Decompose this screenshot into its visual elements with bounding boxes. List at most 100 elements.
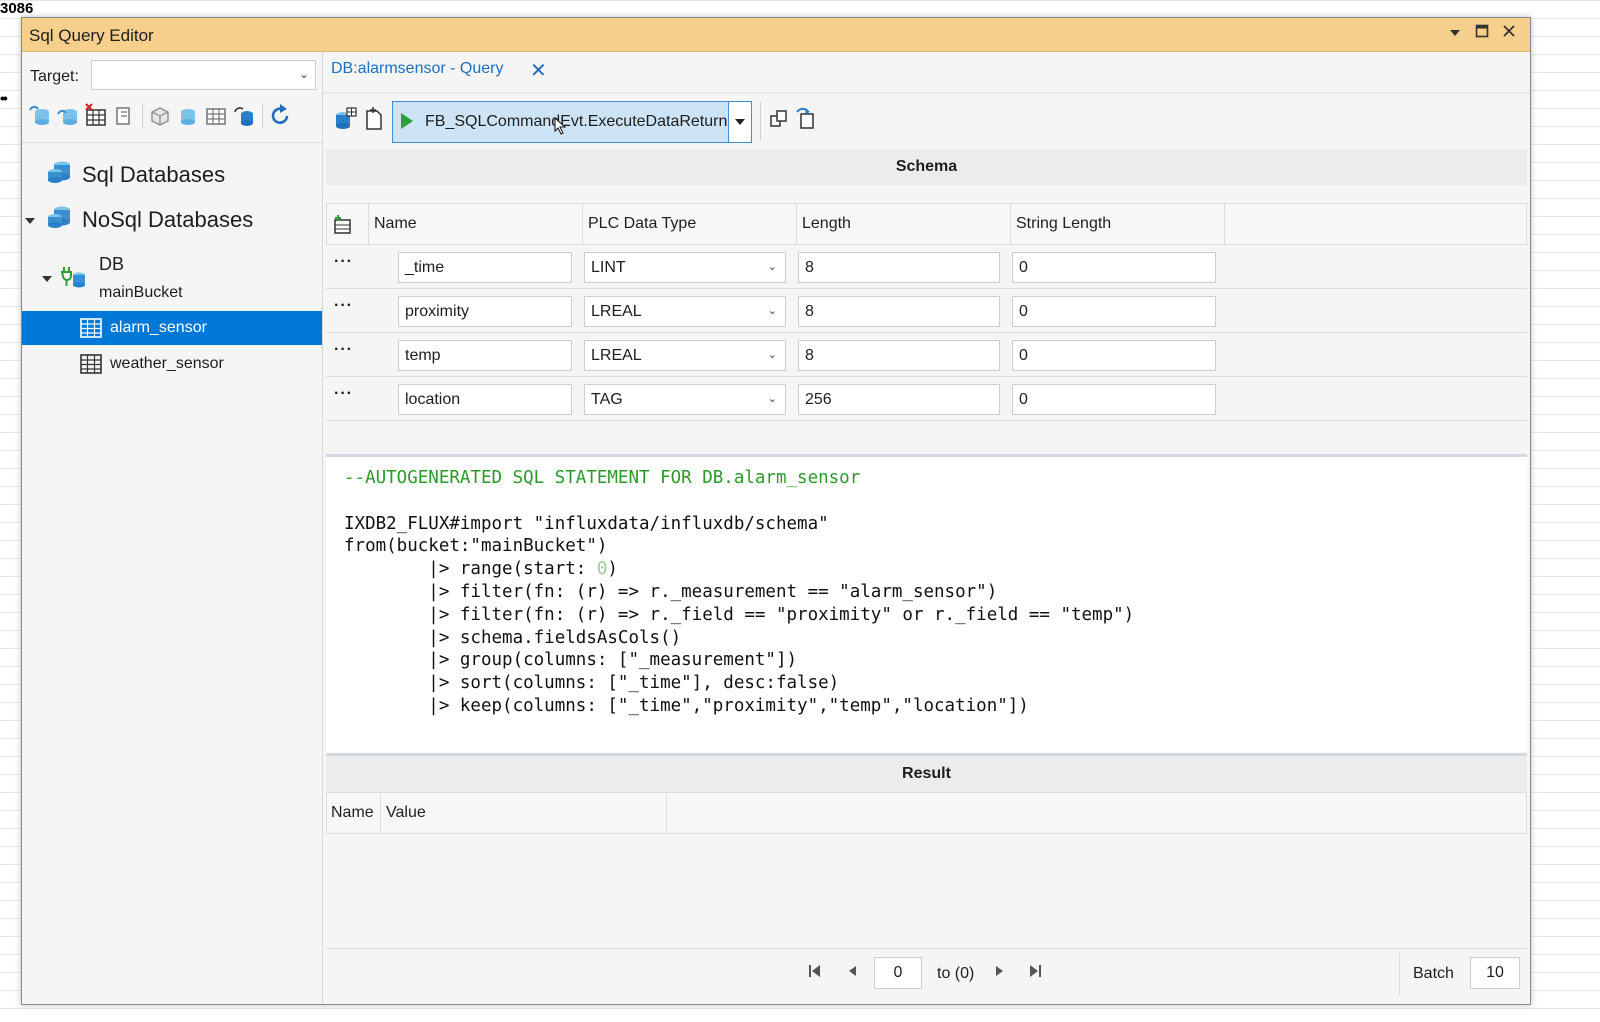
- sql-line: |> group(columns: ["_measurement"]): [344, 650, 798, 671]
- window-title: Sql Query Editor: [29, 26, 154, 45]
- tab-strip-divider: [323, 92, 1530, 94]
- result-column-name[interactable]: Name: [327, 793, 381, 833]
- title-bar[interactable]: Sql Query Editor: [22, 18, 1530, 52]
- field-name-input[interactable]: temp: [398, 340, 572, 371]
- page-total-label: to (0): [937, 965, 975, 982]
- plc-type-select[interactable]: LREAL ⌄: [584, 296, 786, 327]
- last-page-icon[interactable]: [1027, 963, 1043, 984]
- disconnect-db-icon[interactable]: [56, 102, 80, 130]
- query-toolbar: FB_SQLCommandEvt.ExecuteDataReturn: [323, 96, 1530, 146]
- close-window-button[interactable]: [1498, 23, 1520, 45]
- chevron-down-icon: ⌄: [767, 349, 777, 361]
- tree-item-label: alarm_sensor: [110, 319, 207, 336]
- play-icon: [401, 113, 413, 129]
- plc-type-select[interactable]: LREAL ⌄: [584, 340, 786, 371]
- field-name-input[interactable]: _time: [398, 252, 572, 283]
- result-column-value[interactable]: Value: [381, 793, 667, 833]
- window-menu-button[interactable]: [1444, 23, 1466, 45]
- plc-type-value: TAG: [591, 391, 623, 408]
- connect-db-icon[interactable]: [28, 102, 52, 130]
- length-input[interactable]: 256: [798, 384, 1000, 415]
- tree-item-weather-sensor[interactable]: weather_sensor: [22, 347, 322, 381]
- row-options-button[interactable]: ···: [334, 297, 353, 315]
- table-icon[interactable]: [204, 102, 228, 130]
- pager: 0 to (0) Batch 10: [326, 948, 1527, 1001]
- db-command-icon[interactable]: [333, 106, 357, 137]
- maximize-button[interactable]: [1471, 23, 1493, 45]
- plc-type-value: LREAL: [591, 303, 642, 320]
- column-header-length[interactable]: Length: [797, 204, 1011, 244]
- copy-icon[interactable]: [768, 108, 790, 137]
- tree-item-alarm-sensor[interactable]: alarm_sensor: [22, 311, 322, 345]
- tree-item-label: NoSql Databases: [82, 207, 254, 232]
- first-page-icon[interactable]: [807, 963, 823, 984]
- plc-type-select[interactable]: LINT ⌄: [584, 252, 786, 283]
- toolbar-separator: [262, 104, 263, 128]
- target-select[interactable]: ⌄: [91, 60, 316, 90]
- sql-number: 0: [596, 559, 608, 580]
- close-tab-icon[interactable]: ✕: [530, 58, 547, 83]
- length-input[interactable]: 8: [798, 252, 1000, 283]
- sync-db-icon[interactable]: [232, 102, 256, 130]
- column-header-plc-data-type[interactable]: PLC Data Type: [583, 204, 797, 244]
- refresh-icon[interactable]: [268, 102, 292, 130]
- execute-dropdown-button[interactable]: [728, 102, 751, 142]
- schema-row: ··· _time LINT ⌄ 8 0: [326, 245, 1527, 289]
- field-name-input[interactable]: location: [398, 384, 572, 415]
- schema-header-row: Name PLC Data Type Length String Length: [326, 203, 1527, 245]
- column-header-string-length[interactable]: String Length: [1011, 204, 1225, 244]
- result-body: [326, 834, 1527, 950]
- tree-item-db-mainbucket[interactable]: DB mainBucket: [22, 246, 322, 308]
- length-input[interactable]: 8: [798, 340, 1000, 371]
- batch-size-input[interactable]: 10: [1470, 957, 1520, 989]
- export-icon[interactable]: [112, 102, 136, 130]
- plc-type-select[interactable]: TAG ⌄: [584, 384, 786, 415]
- tab-label: DB:alarmsensor - Query: [331, 60, 504, 77]
- table-icon: [80, 354, 102, 379]
- chevron-down-icon: ⌄: [298, 67, 309, 81]
- execute-command-combo[interactable]: FB_SQLCommandEvt.ExecuteDataReturn: [392, 101, 752, 143]
- expand-arrow-icon[interactable]: [25, 218, 35, 224]
- maximize-icon: [1475, 24, 1489, 38]
- cube-icon[interactable]: [148, 102, 172, 130]
- row-options-button[interactable]: ···: [334, 341, 353, 359]
- next-page-icon[interactable]: [993, 963, 1007, 984]
- sql-editor[interactable]: --AUTOGENERATED SQL STATEMENT FOR DB.ala…: [326, 454, 1527, 756]
- sql-line: |> filter(fn: (r) => r._field == "proxim…: [344, 604, 1135, 625]
- add-db-icon[interactable]: [176, 102, 200, 130]
- schema-row: ··· proximity LREAL ⌄ 8 0: [326, 289, 1527, 333]
- chevron-down-icon: ⌄: [767, 261, 777, 273]
- row-options-button[interactable]: ···: [334, 253, 353, 271]
- string-length-input[interactable]: 0: [1012, 296, 1216, 327]
- query-pane: DB:alarmsensor - Query ✕ FB_SQLCommandEv…: [323, 52, 1530, 1004]
- tree-item-label: DB: [99, 254, 125, 274]
- previous-page-icon[interactable]: [845, 963, 859, 984]
- sql-line: |> schema.fieldsAsCols(): [344, 627, 682, 648]
- delete-table-icon[interactable]: [84, 102, 108, 130]
- paste-icon[interactable]: [795, 106, 819, 137]
- length-input[interactable]: 8: [798, 296, 1000, 327]
- sql-comment: --AUTOGENERATED SQL STATEMENT FOR DB.ala…: [344, 468, 861, 488]
- sql-line-end: ): [607, 559, 618, 580]
- page-number-input[interactable]: 0: [874, 957, 922, 989]
- tab-query[interactable]: DB:alarmsensor - Query ✕: [331, 60, 547, 86]
- add-row-button[interactable]: [327, 204, 369, 244]
- tree-item-label: weather_sensor: [110, 355, 224, 372]
- batch-label: Batch: [1413, 965, 1454, 982]
- sql-code[interactable]: --AUTOGENERATED SQL STATEMENT FOR DB.ala…: [344, 467, 1134, 718]
- left-panel: Target: ⌄ Sql Databases NoSql Databases …: [22, 52, 323, 1004]
- background-dots: ••: [0, 90, 8, 106]
- string-length-input[interactable]: 0: [1012, 340, 1216, 371]
- field-name-input[interactable]: proximity: [398, 296, 572, 327]
- tree-item-nosql-databases[interactable]: NoSql Databases: [22, 201, 322, 241]
- string-length-input[interactable]: 0: [1012, 252, 1216, 283]
- new-document-icon[interactable]: [363, 106, 385, 137]
- left-divider: [22, 142, 322, 143]
- tree-item-sql-databases[interactable]: Sql Databases: [22, 156, 322, 196]
- result-title: Result: [326, 756, 1527, 792]
- column-header-name[interactable]: Name: [369, 204, 583, 244]
- expand-arrow-icon[interactable]: [42, 276, 52, 282]
- toolbar-separator: [760, 102, 761, 140]
- row-options-button[interactable]: ···: [334, 385, 353, 403]
- string-length-input[interactable]: 0: [1012, 384, 1216, 415]
